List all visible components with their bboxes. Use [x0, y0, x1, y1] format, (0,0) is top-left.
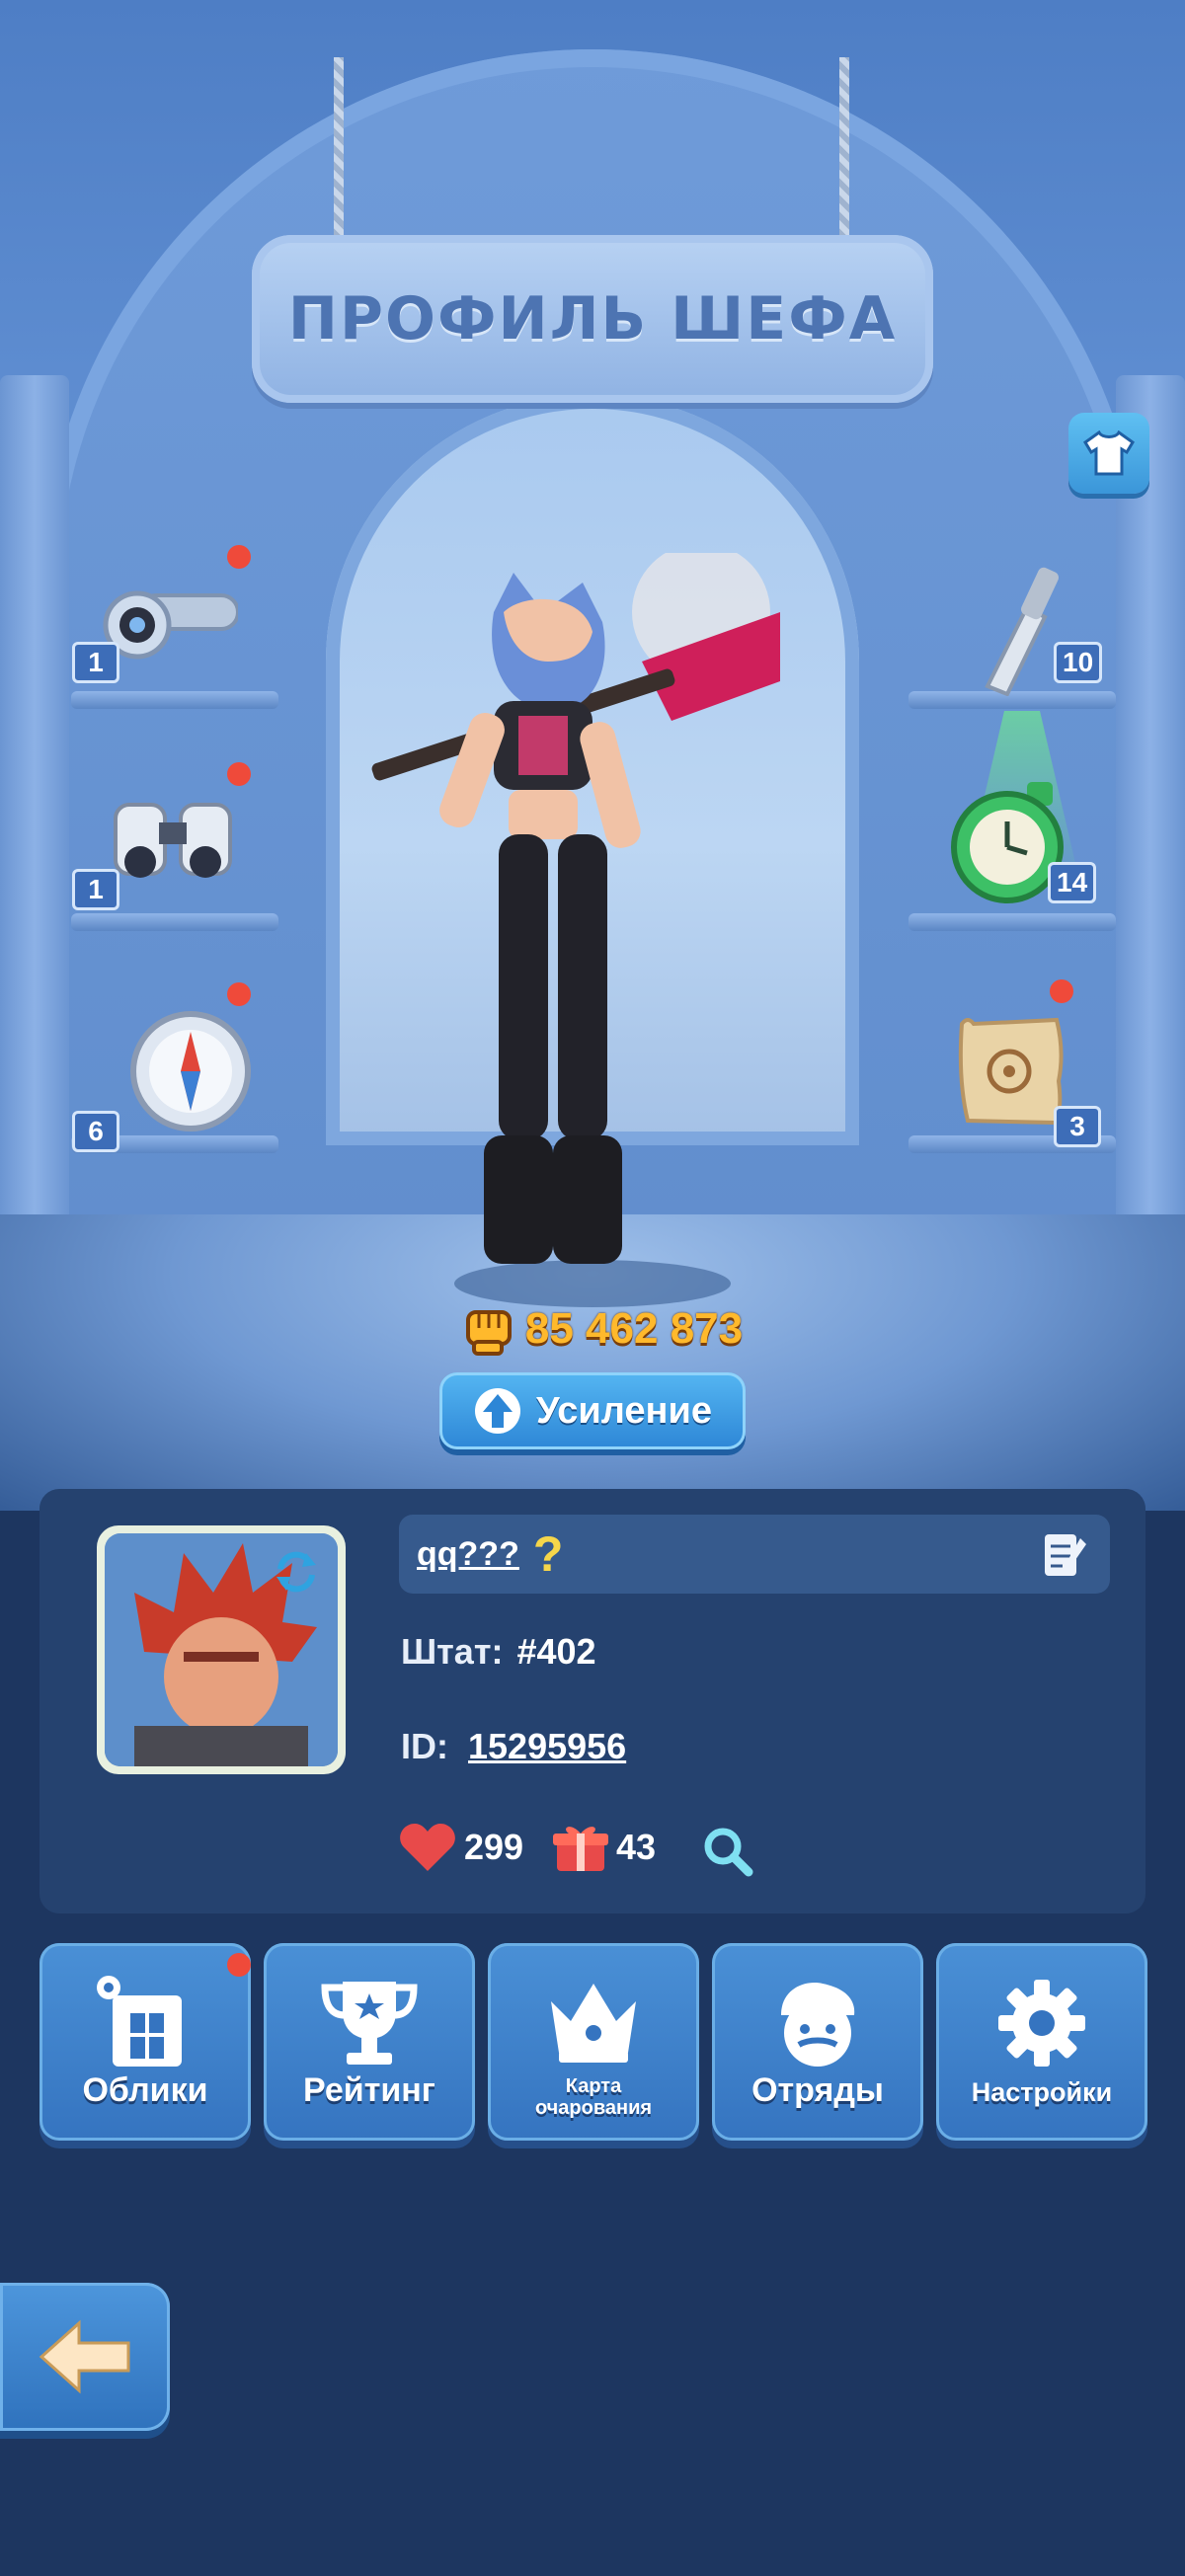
squads-button[interactable]: Отряды [712, 1943, 923, 2141]
left-pillar [0, 375, 69, 1284]
right-pillar [1116, 375, 1185, 1284]
rope [839, 57, 849, 245]
squads-label: Отряды [751, 2071, 884, 2109]
equip-slot-left-3[interactable] [117, 997, 265, 1145]
edit-note-icon[interactable] [1041, 1530, 1088, 1580]
settings-label: Настройки [971, 2077, 1113, 2107]
rating-label: Рейтинг [303, 2071, 435, 2109]
binoculars-icon [114, 803, 232, 878]
power-display: 85 462 873 [425, 1301, 780, 1357]
gifts-stat[interactable]: 43 [553, 1822, 656, 1873]
name-help-icon[interactable]: ? [533, 1525, 564, 1583]
id-label: ID: [401, 1726, 448, 1766]
gifts-count: 43 [616, 1827, 657, 1867]
rating-button[interactable]: Рейтинг [264, 1943, 475, 2141]
alert-dot [227, 545, 251, 569]
outfit-button[interactable] [1068, 413, 1149, 494]
compass-icon [130, 1011, 251, 1132]
likes-count: 299 [464, 1827, 524, 1867]
equip-slot-left-2[interactable] [99, 765, 247, 913]
alert-dot [227, 982, 251, 1006]
item-count: 1 [72, 869, 119, 910]
charm-map-label: Карта очарования [534, 2075, 653, 2119]
crown-icon [551, 1984, 636, 2063]
avatar[interactable] [97, 1525, 346, 1774]
power-value: 85 462 873 [524, 1304, 744, 1353]
item-count: 1 [72, 642, 119, 683]
boost-button[interactable]: Усиление [439, 1372, 746, 1449]
item-count: 6 [72, 1111, 119, 1152]
chef-character[interactable] [346, 553, 839, 1313]
shop-skins-icon [97, 1976, 182, 2067]
state-row: Штат: #402 [401, 1631, 596, 1673]
refresh-icon[interactable] [273, 1549, 320, 1593]
skins-button[interactable]: Облики [40, 1943, 251, 2141]
settings-button[interactable]: Настройки [936, 1943, 1147, 2141]
squad-chef-icon [781, 1983, 855, 2067]
gear-icon [998, 1980, 1085, 2067]
arrow-up-icon [475, 1388, 521, 1434]
menu-icon-wrap [936, 1969, 1147, 2077]
state-label: Штат: [401, 1631, 504, 1672]
item-count: 14 [1048, 862, 1097, 903]
item-count: 10 [1054, 642, 1103, 683]
menu-icon-wrap [712, 1969, 923, 2077]
alert-dot [227, 1953, 251, 1977]
heart-icon [400, 1824, 455, 1871]
id-row: ID: 15295956 [401, 1726, 626, 1767]
name-bar: qq??? ? [399, 1515, 1110, 1594]
charm-map-button[interactable]: Карта очарования [488, 1943, 699, 2141]
timer-ring-icon [103, 590, 238, 660]
gift-icon [553, 1827, 608, 1871]
player-name[interactable]: qq??? [417, 1535, 519, 1574]
state-value: #402 [516, 1631, 596, 1672]
alert-dot [1050, 979, 1073, 1003]
back-button[interactable] [0, 2283, 170, 2431]
title-sign: ПРОФИЛЬ ШЕФА [252, 235, 933, 403]
rope [334, 57, 344, 245]
boost-label: Усиление [536, 1389, 712, 1432]
player-id[interactable]: 15295956 [468, 1726, 626, 1767]
shirt-icon [1083, 430, 1135, 476]
alert-dot [227, 762, 251, 786]
menu-icon-wrap [488, 1969, 699, 2077]
fist-icon [465, 1310, 512, 1356]
arrow-left-icon [39, 2319, 130, 2394]
likes-stat[interactable]: 299 [399, 1822, 523, 1873]
menu-icon-wrap [40, 1969, 251, 2077]
item-count: 3 [1054, 1106, 1101, 1147]
skins-label: Облики [82, 2071, 208, 2109]
search-icon[interactable] [701, 1825, 754, 1878]
page-title: ПРОФИЛЬ ШЕФА [287, 284, 898, 353]
menu-icon-wrap [264, 1969, 475, 2077]
shelf [71, 913, 278, 931]
trophy-icon [321, 1982, 418, 2065]
